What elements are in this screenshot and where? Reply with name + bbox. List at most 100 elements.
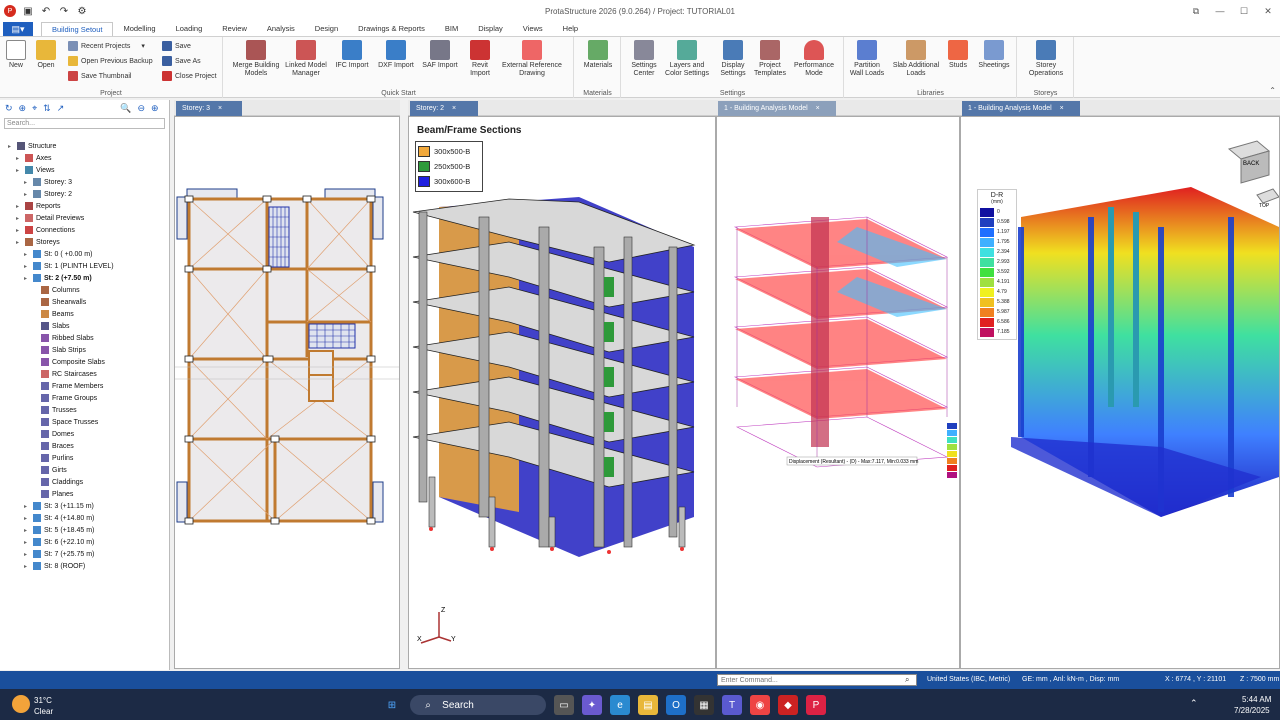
expand-toggle[interactable]: ▸ [16, 215, 22, 222]
performance-mode-button[interactable]: Performance Mode [792, 40, 836, 78]
close-tab-icon[interactable]: × [816, 101, 820, 116]
tree-item[interactable]: ▸ Views [16, 166, 55, 174]
teams-icon[interactable]: T [722, 695, 742, 715]
save-thumbnail-button[interactable]: Save Thumbnail [68, 71, 131, 81]
tree-item[interactable]: ▸ Detail Previews [16, 214, 84, 222]
sort-icon[interactable]: ⇅ [43, 103, 51, 114]
tree-item[interactable]: Frame Members [32, 382, 103, 390]
file-explorer-icon[interactable]: ▤ [638, 695, 658, 715]
expand-toggle[interactable]: ▸ [8, 143, 14, 150]
open-button[interactable]: Open [36, 40, 56, 70]
merge-models-button[interactable]: Merge Building Models [230, 40, 282, 78]
tab-views[interactable]: Views [513, 22, 553, 36]
protastructure-icon[interactable]: ◆ [778, 695, 798, 715]
tree-search-input[interactable]: Search... [4, 118, 165, 129]
layers-color-button[interactable]: Layers and Color Settings [664, 40, 710, 78]
zoom-icon[interactable]: 🔍 [120, 103, 131, 114]
tree-item[interactable]: ▸ St: 7 (+25.75 m) [24, 550, 94, 558]
linked-model-button[interactable]: Linked Model Manager [284, 40, 328, 78]
expand-toggle[interactable]: ▸ [24, 503, 30, 510]
revit-import-button[interactable]: Revit Import [464, 40, 496, 78]
tree-item[interactable]: ▸ Connections [16, 226, 75, 234]
tab-analysis-model-2[interactable]: 1 - Building Analysis Model × [962, 101, 1080, 116]
expand-toggle[interactable]: ▸ [16, 155, 22, 162]
studs-button[interactable]: Studs [945, 40, 971, 70]
expand-toggle[interactable]: ▸ [16, 239, 22, 246]
tree-item[interactable]: Beams [32, 310, 74, 318]
new-button[interactable]: New [6, 40, 26, 70]
tree-item[interactable]: Frame Groups [32, 394, 97, 402]
tab-bim[interactable]: BIM [435, 22, 468, 36]
view-cube[interactable]: BACK TOP [1227, 140, 1280, 209]
minimize-button[interactable]: — [1208, 0, 1232, 22]
save-icon[interactable]: ▣ [22, 5, 34, 17]
close-project-button[interactable]: Close Project [162, 71, 217, 81]
tree-item[interactable]: ▸ St: 8 (ROOF) [24, 562, 85, 570]
tree-item[interactable]: Planes [32, 490, 73, 498]
zoom-in-icon[interactable]: ⊕ [151, 103, 159, 114]
chrome-icon[interactable]: ◉ [750, 695, 770, 715]
restore-icon[interactable]: ⧉ [1184, 0, 1208, 22]
close-tab-icon[interactable]: × [1060, 101, 1064, 116]
tree-item[interactable]: ▸ Reports [16, 202, 61, 210]
tree-item[interactable]: Shearwalls [32, 298, 86, 306]
tab-storey-3[interactable]: Storey: 3 × [176, 101, 242, 116]
system-tray-icon[interactable]: ⌃ [1190, 698, 1198, 709]
refresh-icon[interactable]: ↻ [5, 103, 13, 114]
ribbon-collapse-icon[interactable]: ⌃ [1269, 86, 1276, 95]
maximize-button[interactable]: ☐ [1232, 0, 1256, 22]
sheetings-button[interactable]: Sheetings [975, 40, 1013, 70]
tab-display[interactable]: Display [468, 22, 513, 36]
close-tab-icon[interactable]: × [218, 101, 222, 116]
tree-item[interactable]: Slabs [32, 322, 70, 330]
powerpoint-icon[interactable]: P [806, 695, 826, 715]
tree-item[interactable]: ▸ St: 3 (+11.15 m) [24, 502, 94, 510]
tree-item[interactable]: ▸ St: 0 ( +0.00 m) [24, 250, 92, 258]
expand-toggle[interactable]: ▸ [16, 227, 22, 234]
tab-building-setout[interactable]: Building Setout [41, 22, 114, 36]
saf-import-button[interactable]: SAF Import [420, 40, 460, 70]
partition-wall-loads-button[interactable]: Partition Wall Loads [847, 40, 887, 78]
expand-toggle[interactable]: ▸ [16, 167, 22, 174]
file-menu-button[interactable]: ▤▾ [3, 22, 33, 36]
tree-item[interactable]: Slab Strips [32, 346, 86, 354]
dxf-import-button[interactable]: DXF Import [376, 40, 416, 70]
tree-item[interactable]: ▸ Storey: 3 [24, 178, 72, 186]
expand-toggle[interactable]: ▸ [24, 179, 30, 186]
tree-item[interactable]: Space Trusses [32, 418, 98, 426]
tree-item[interactable]: ▸ St: 4 (+14.80 m) [24, 514, 94, 522]
tree-item[interactable]: Ribbed Slabs [32, 334, 94, 342]
tree-item[interactable]: ▸ St: 6 (+22.10 m) [24, 538, 94, 546]
tab-storey-2[interactable]: Storey: 2 × [410, 101, 478, 116]
external-reference-button[interactable]: External Reference Drawing [500, 40, 564, 78]
taskbar-search[interactable]: ⌕ Search [410, 695, 546, 715]
display-settings-button[interactable]: Display Settings [716, 40, 750, 78]
tree-item[interactable]: Domes [32, 430, 74, 438]
tab-loading[interactable]: Loading [166, 22, 213, 36]
recent-projects-button[interactable]: Recent Projects ▾ [68, 41, 145, 51]
analysis-displacement-view[interactable]: Displacement (Resultant) - (D) - Max:7.1… [716, 116, 960, 669]
save-as-button[interactable]: Save As [162, 56, 201, 66]
ifc-import-button[interactable]: IFC Import [332, 40, 372, 70]
expand-toggle[interactable]: ▸ [16, 203, 22, 210]
tree-item[interactable]: ▸ St: 5 (+18.45 m) [24, 526, 94, 534]
copilot-icon[interactable]: ✦ [582, 695, 602, 715]
tree-item[interactable]: ▸ Axes [16, 154, 52, 162]
tree-item[interactable]: RC Staircases [32, 370, 97, 378]
edge-icon[interactable]: e [610, 695, 630, 715]
tree-item[interactable]: Claddings [32, 478, 83, 486]
materials-button[interactable]: Materials [581, 40, 615, 70]
expand-toggle[interactable]: ▸ [24, 515, 30, 522]
tree-item[interactable]: Braces [32, 442, 74, 450]
outlook-icon[interactable]: O [666, 695, 686, 715]
tree-item[interactable]: Trusses [32, 406, 77, 414]
task-view-icon[interactable]: ▭ [554, 695, 574, 715]
tree-item[interactable]: ▸ Structure [8, 142, 56, 150]
settings-icon[interactable]: ⚙ [76, 5, 88, 17]
undo-icon[interactable]: ↶ [40, 5, 52, 17]
tree-item[interactable]: ▸ Storey: 2 [24, 190, 72, 198]
tree-item[interactable]: Purlins [32, 454, 73, 462]
storey-2-3d-view[interactable]: Beam/Frame Sections 300x500-B 250x500-B … [408, 116, 716, 669]
close-button[interactable]: ✕ [1256, 0, 1280, 22]
tree-item[interactable]: ▸ St: 2 (+7.50 m) [24, 274, 92, 282]
